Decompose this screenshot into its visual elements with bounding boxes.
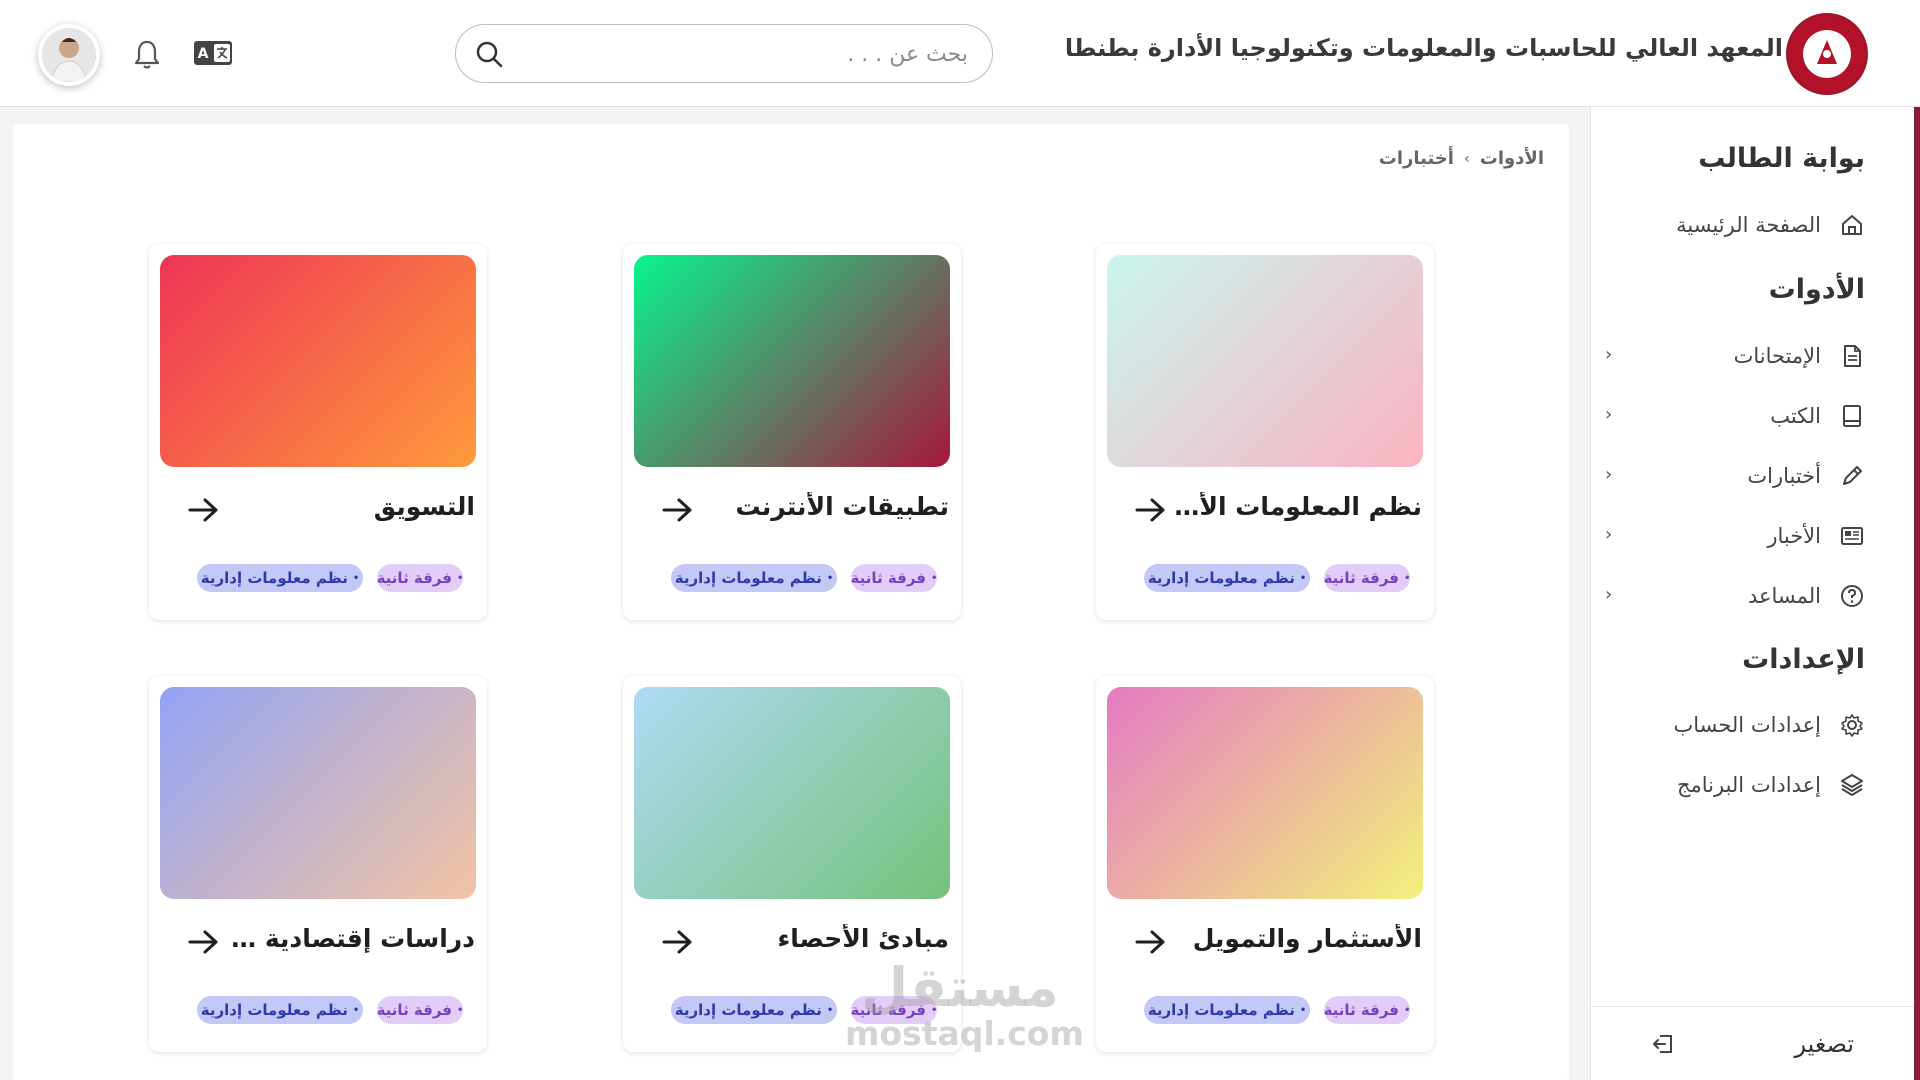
chevron-left-icon: ‹ [1605, 344, 1613, 365]
book-icon [1843, 405, 1861, 427]
sidebar: بوابة الطالب الصفحة الرئيسية الأدوات الإ… [1590, 107, 1920, 1080]
arrow-right-icon[interactable] [661, 496, 695, 524]
card-title: دراسات إقتصادية بالإنجليزية [225, 924, 475, 953]
sidebar-item-assistant[interactable]: المساعد ‹ [1605, 576, 1865, 616]
institute-logo [1786, 13, 1868, 95]
breadcrumb-current: أختبارات [1378, 148, 1454, 169]
department-badge: نظم معلومات إدارية [197, 564, 363, 592]
main-content: الأدوات › أختبارات نظم المعلومات الأداري… [13, 124, 1569, 1080]
chevron-left-icon: ‹ [1605, 404, 1613, 425]
year-badge: فرقة ثانية [851, 564, 937, 592]
breadcrumb-root[interactable]: الأدوات [1480, 148, 1544, 169]
card-thumbnail [160, 687, 476, 899]
sidebar-item-label: إعدادات البرنامج [1676, 773, 1821, 797]
card-thumbnail [634, 687, 950, 899]
institute-name: المعهد العالي للحاسبات والمعلومات وتكنول… [1064, 34, 1783, 62]
course-card[interactable]: دراسات إقتصادية بالإنجليزية فرقة ثانية ن… [149, 676, 487, 1052]
collapse-label: تصغير [1794, 1029, 1854, 1058]
arrow-right-icon[interactable] [187, 928, 221, 956]
department-badge: نظم معلومات إدارية [1144, 564, 1310, 592]
news-icon [1841, 527, 1863, 545]
card-title: مبادئ الأحصاء [777, 924, 949, 953]
year-badge: فرقة ثانية [377, 564, 463, 592]
portal-title: بوابة الطالب [1698, 143, 1865, 174]
sidebar-item-news[interactable]: الأخبار ‹ [1605, 516, 1865, 556]
home-icon [1842, 215, 1862, 235]
sidebar-item-label: المساعد [1747, 584, 1821, 608]
svg-text:A: A [198, 46, 209, 62]
search-input[interactable] [538, 39, 968, 69]
card-title: تطبيقات الأنترنت [735, 492, 949, 521]
course-card[interactable]: تطبيقات الأنترنت فرقة ثانية نظم معلومات … [623, 244, 961, 620]
breadcrumb-separator-icon: › [1463, 150, 1470, 167]
year-badge: فرقة ثانية [851, 996, 937, 1024]
avatar-image-icon [42, 28, 96, 82]
logout-icon[interactable] [1650, 1031, 1676, 1057]
sidebar-item-books[interactable]: الكتب ‹ [1605, 396, 1865, 436]
top-header: المعهد العالي للحاسبات والمعلومات وتكنول… [0, 0, 1920, 107]
pencil-icon [1843, 466, 1862, 485]
chevron-left-icon: ‹ [1605, 584, 1613, 605]
chevron-left-icon: ‹ [1605, 524, 1613, 545]
sidebar-item-app-settings[interactable]: إعدادات البرنامج [1640, 765, 1865, 805]
document-icon [1844, 345, 1861, 367]
card-thumbnail [160, 255, 476, 467]
department-badge: نظم معلومات إدارية [671, 996, 837, 1024]
tools-title: الأدوات [1768, 274, 1865, 305]
arrow-right-icon[interactable] [1134, 928, 1168, 956]
course-card[interactable]: التسويق فرقة ثانية نظم معلومات إدارية [149, 244, 487, 620]
sidebar-item-label: الأخبار [1767, 524, 1821, 548]
chevron-left-icon: ‹ [1605, 464, 1613, 485]
bell-icon[interactable] [132, 38, 162, 70]
card-title: التسويق [373, 492, 475, 521]
search-box[interactable] [455, 24, 993, 83]
department-badge: نظم معلومات إدارية [197, 996, 363, 1024]
sidebar-item-label: أختبارات [1747, 464, 1821, 488]
sidebar-item-label: الإمتحانات [1733, 344, 1821, 368]
arrow-right-icon[interactable] [187, 496, 221, 524]
sidebar-item-label: إعدادات الحساب [1673, 713, 1821, 737]
year-badge: فرقة ثانية [1324, 996, 1410, 1024]
sidebar-item-account-settings[interactable]: إعدادات الحساب [1640, 705, 1865, 745]
card-thumbnail [1107, 687, 1423, 899]
user-avatar[interactable] [38, 24, 100, 86]
course-card[interactable]: مبادئ الأحصاء فرقة ثانية نظم معلومات إدا… [623, 676, 961, 1052]
logo-emblem-icon [1817, 40, 1837, 64]
year-badge: فرقة ثانية [1324, 564, 1410, 592]
search-icon[interactable] [474, 39, 504, 69]
year-badge: فرقة ثانية [377, 996, 463, 1024]
sidebar-item-label: الصفحة الرئيسية [1676, 213, 1821, 237]
breadcrumb: الأدوات › أختبارات [1379, 148, 1544, 169]
department-badge: نظم معلومات إدارية [671, 564, 837, 592]
card-title: الأستثمار والتمويل [1192, 924, 1422, 953]
card-title: نظم المعلومات الأدارية [1172, 492, 1422, 521]
department-badge: نظم معلومات إدارية [1144, 996, 1310, 1024]
sidebar-item-label: الكتب [1770, 404, 1821, 428]
layers-icon [1841, 774, 1863, 796]
course-card[interactable]: الأستثمار والتمويل فرقة ثانية نظم معلوما… [1096, 676, 1434, 1052]
sidebar-scroll-edge [1914, 107, 1920, 1080]
translate-icon[interactable]: A [193, 40, 233, 66]
sidebar-collapse[interactable]: تصغير [1590, 1006, 1914, 1080]
sidebar-item-tests[interactable]: أختبارات ‹ [1605, 456, 1865, 496]
sidebar-item-home[interactable]: الصفحة الرئيسية [1640, 205, 1865, 245]
sidebar-item-exams[interactable]: الإمتحانات ‹ [1605, 336, 1865, 376]
arrow-right-icon[interactable] [1134, 496, 1168, 524]
gear-icon [1841, 714, 1863, 737]
course-card[interactable]: نظم المعلومات الأدارية فرقة ثانية نظم مع… [1096, 244, 1434, 620]
help-icon [1841, 585, 1863, 607]
settings-title: الإعدادات [1742, 644, 1865, 675]
card-thumbnail [1107, 255, 1423, 467]
card-thumbnail [634, 255, 950, 467]
arrow-right-icon[interactable] [661, 928, 695, 956]
